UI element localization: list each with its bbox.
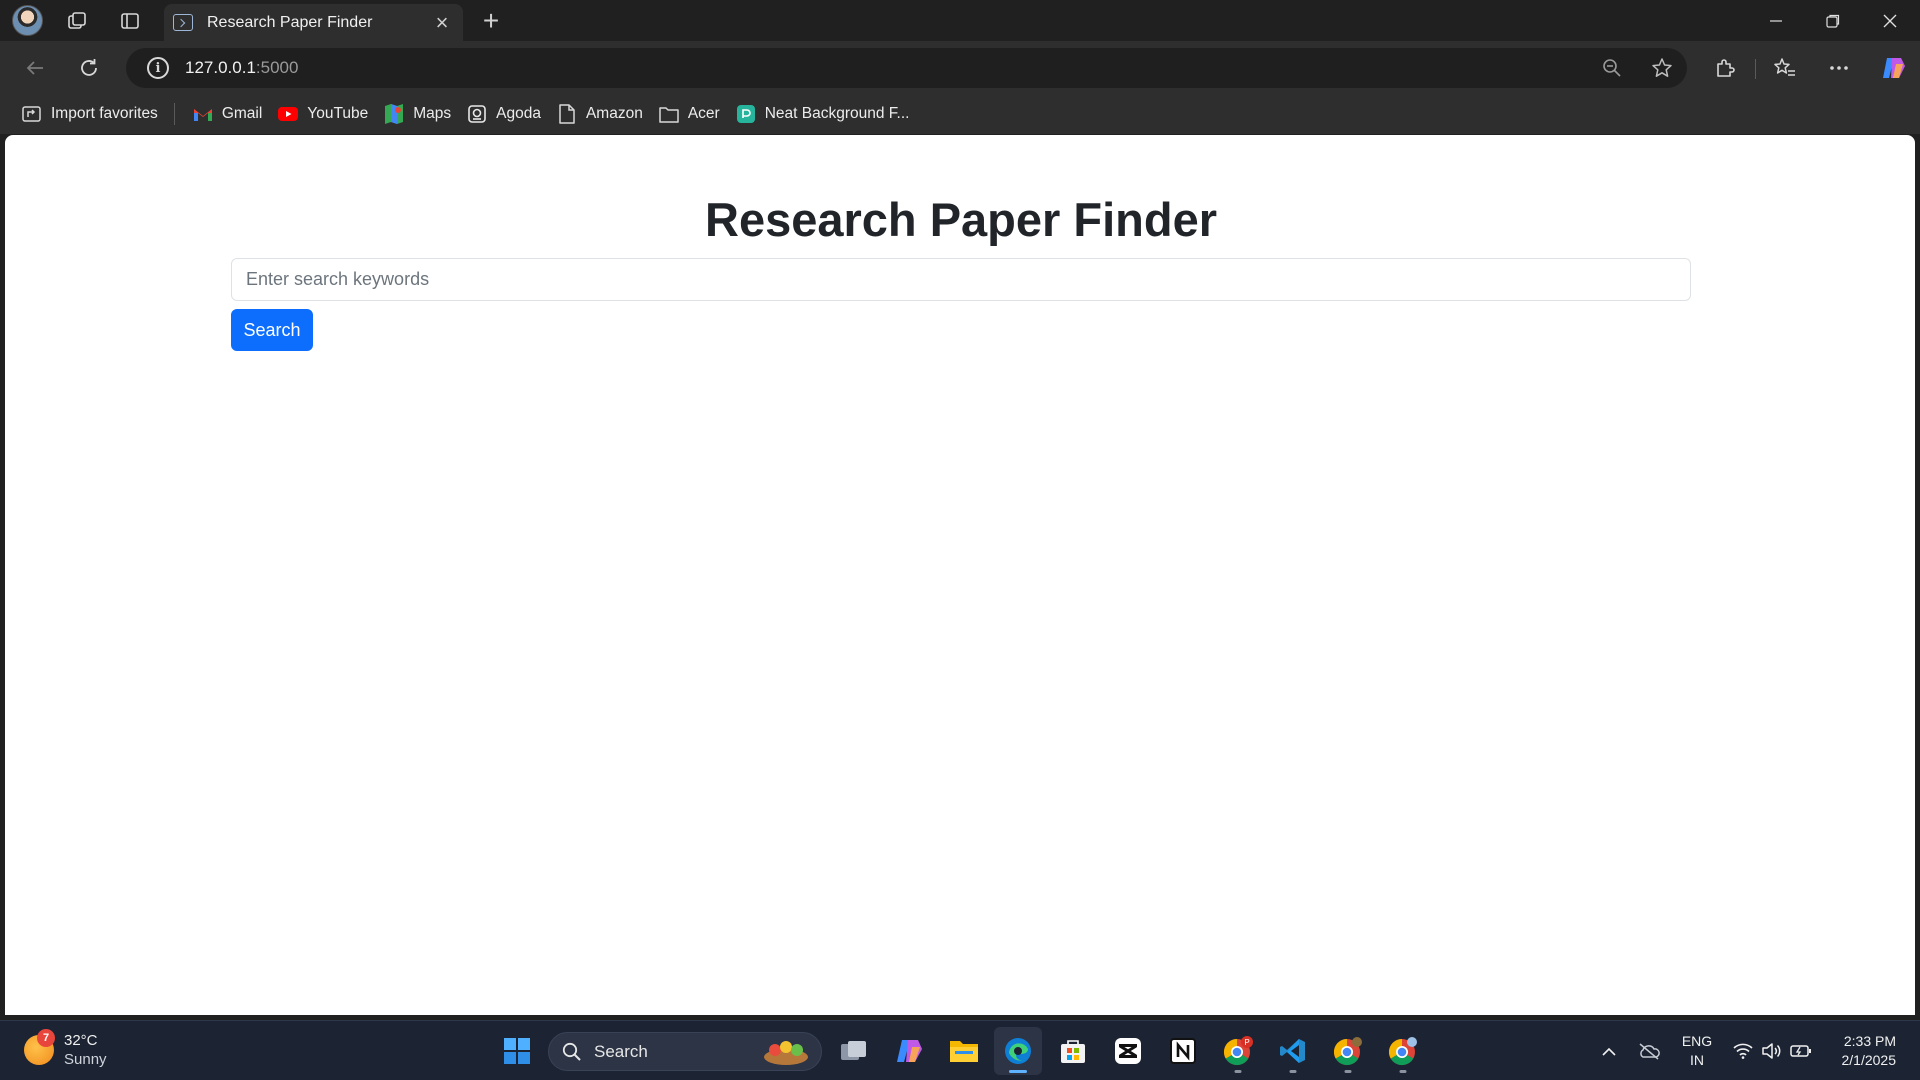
file-explorer-icon[interactable] <box>940 1027 988 1075</box>
chrome-profile-icon[interactable] <box>1379 1027 1427 1075</box>
profile-avatar[interactable] <box>12 5 43 36</box>
browser-title-bar: Research Paper Finder × + <box>0 0 1920 41</box>
clock-date: 2/1/2025 <box>1841 1052 1897 1068</box>
svg-text:P: P <box>1244 1038 1249 1047</box>
zoom-out-icon[interactable] <box>1587 48 1637 88</box>
maps-icon <box>384 104 404 124</box>
sun-icon: 7 <box>24 1029 55 1065</box>
search-highlight-icon <box>764 1041 808 1065</box>
more-options-icon[interactable] <box>1819 49 1859 87</box>
search-button[interactable]: Search <box>231 309 313 351</box>
microsoft-store-icon[interactable] <box>1049 1027 1097 1075</box>
language-indicator[interactable]: ENG IN <box>1677 1021 1717 1080</box>
notion-icon[interactable] <box>1159 1027 1207 1075</box>
battery-icon[interactable] <box>1788 1021 1814 1080</box>
capcut-icon[interactable] <box>1104 1027 1152 1075</box>
restore-icon[interactable] <box>1805 0 1861 41</box>
taskbar-search[interactable]: Search <box>548 1032 822 1071</box>
favorite-import[interactable]: Import favorites <box>14 98 166 130</box>
close-window-icon[interactable] <box>1862 0 1918 41</box>
favorite-neat-background[interactable]: Neat Background F... <box>728 98 918 130</box>
back-icon[interactable] <box>15 49 55 87</box>
volume-icon[interactable] <box>1759 1021 1785 1080</box>
notification-badge: 7 <box>37 1029 55 1047</box>
favorite-agoda[interactable]: Agoda <box>459 98 549 130</box>
gmail-icon <box>193 104 213 124</box>
task-view-button[interactable] <box>830 1027 878 1075</box>
site-info-icon[interactable]: i <box>147 57 169 79</box>
onedrive-offline-icon[interactable] <box>1634 1021 1664 1080</box>
edge-taskbar-icon[interactable] <box>994 1027 1042 1075</box>
favorites-bar: Import favorites Gmail YouTube Maps Agod… <box>0 94 1920 134</box>
favorite-star-icon[interactable] <box>1637 48 1687 88</box>
copilot-app-icon[interactable] <box>885 1027 933 1075</box>
start-button[interactable] <box>493 1027 541 1075</box>
browser-toolbar: i 127.0.0.1:5000 <box>0 41 1920 94</box>
workspaces-icon[interactable] <box>60 5 94 36</box>
favorites-collection-icon[interactable] <box>1765 49 1805 87</box>
folder-icon <box>659 104 679 124</box>
clock-time: 2:33 PM <box>1843 1033 1896 1049</box>
weather-temperature: 32°C <box>64 1032 98 1049</box>
favorite-maps[interactable]: Maps <box>376 98 459 130</box>
tab-title: Research Paper Finder <box>207 13 373 31</box>
vertical-tabs-icon[interactable] <box>113 5 147 36</box>
new-tab-button[interactable]: + <box>474 5 508 36</box>
taskbar-search-label: Search <box>594 1041 648 1061</box>
favorite-amazon[interactable]: Amazon <box>549 98 651 130</box>
agoda-icon <box>467 104 487 124</box>
favorite-folder-acer[interactable]: Acer <box>651 98 728 130</box>
extensions-icon[interactable] <box>1705 49 1745 87</box>
address-bar[interactable]: i 127.0.0.1:5000 <box>126 48 1687 88</box>
weather-condition: Sunny <box>64 1051 107 1068</box>
weather-widget[interactable]: 7 32°C Sunny <box>24 1029 107 1069</box>
vscode-icon[interactable] <box>1269 1027 1317 1075</box>
search-input[interactable] <box>231 258 1691 301</box>
tab-favicon-icon <box>173 14 193 31</box>
refresh-icon[interactable] <box>69 49 109 87</box>
page-title: Research Paper Finder <box>705 193 1217 246</box>
active-tab[interactable]: Research Paper Finder × <box>164 4 463 41</box>
wifi-icon[interactable] <box>1730 1021 1756 1080</box>
main-container: Research Paper Finder Search <box>231 191 1691 351</box>
minimize-icon[interactable] <box>1748 0 1804 41</box>
page-viewport: Research Paper Finder Search <box>5 135 1915 1015</box>
search-icon <box>562 1042 581 1061</box>
copilot-icon[interactable] <box>1873 49 1913 87</box>
windows-taskbar: 7 32°C Sunny Search P ENG IN 2:33 PM 2/1… <box>0 1020 1920 1080</box>
url-text[interactable]: 127.0.0.1:5000 <box>185 58 298 78</box>
clock[interactable]: 2:33 PM 2/1/2025 <box>1820 1021 1897 1080</box>
favorite-gmail[interactable]: Gmail <box>185 98 270 130</box>
page-icon <box>557 104 577 124</box>
favorite-youtube[interactable]: YouTube <box>270 98 376 130</box>
neat-icon <box>736 104 756 124</box>
show-hidden-icons-chevron-icon[interactable] <box>1594 1021 1624 1080</box>
youtube-icon <box>278 104 299 124</box>
chrome-icon[interactable] <box>1324 1027 1372 1075</box>
close-tab-icon[interactable]: × <box>427 8 457 38</box>
chrome-profile-p-icon[interactable]: P <box>1214 1027 1262 1075</box>
import-icon <box>22 104 42 124</box>
